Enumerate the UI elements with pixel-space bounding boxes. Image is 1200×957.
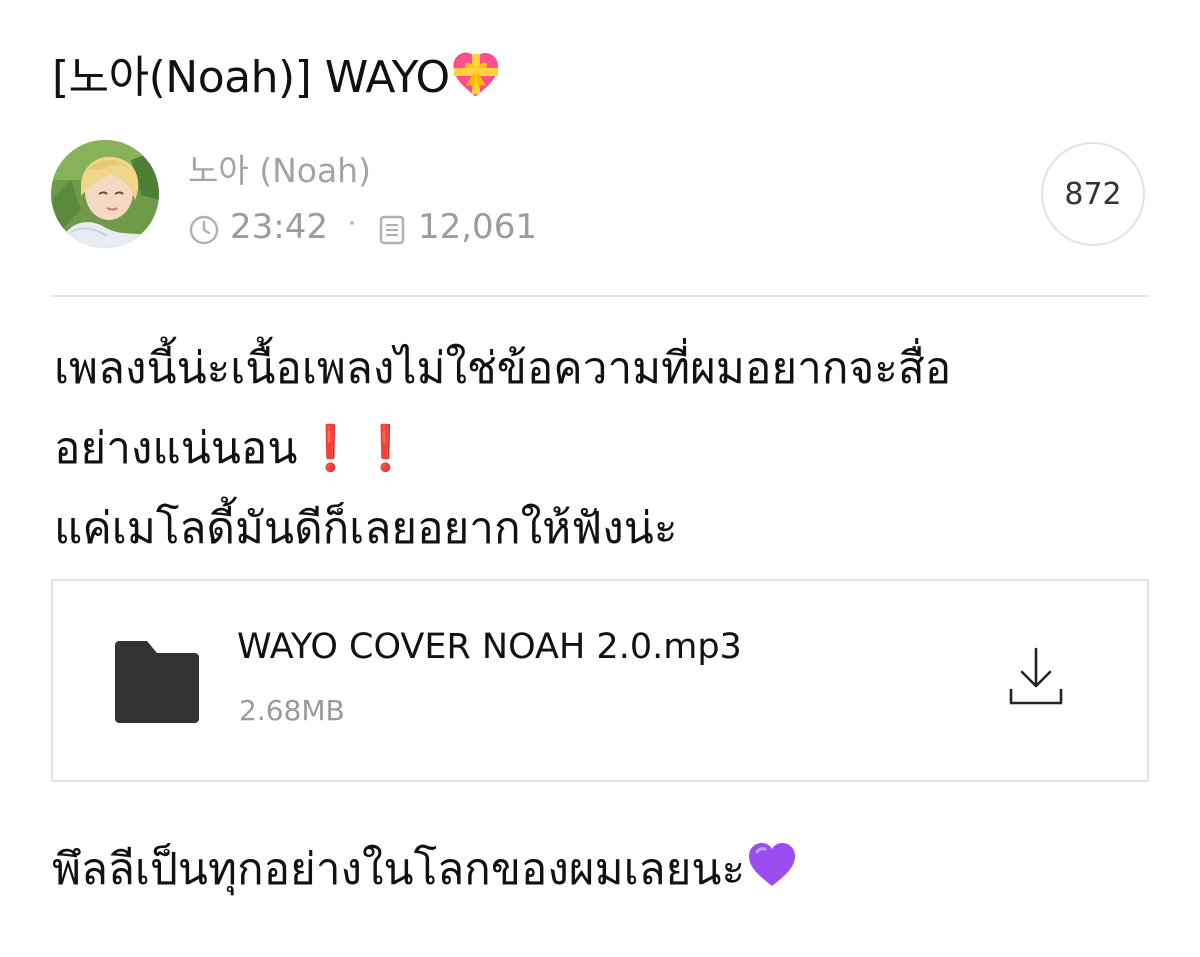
document-icon [376, 211, 408, 245]
body-line-1: เพลงนี้น่ะเนื้อเพลงไม่ใช่ข้อความที่ผมอยา… [54, 343, 952, 394]
file-name: WAYO COVER NOAH 2.0.mp3 [237, 627, 742, 667]
body-line-2: อย่างแน่นอน ❗️❗️ [54, 409, 1154, 489]
body-line-3: แค่เมโลดี้มันดีก็เลยอยากให้ฟังน่ะ [54, 503, 678, 554]
comment-count: 872 [1064, 176, 1122, 212]
download-icon[interactable] [1007, 645, 1065, 709]
purple-heart-icon [747, 839, 797, 909]
exclamation-marks: ❗️❗️ [303, 423, 413, 474]
post-title: [노아(Noah)] WAYO [52, 46, 500, 116]
body-line-2-text: อย่างแน่นอน [54, 423, 298, 474]
meta-separator [349, 221, 354, 225]
folder-icon [115, 641, 199, 723]
closing-text: พึลลีเป็นทุกอย่างในโลกของผมเลยนะ [52, 844, 746, 895]
closing-line: พึลลีเป็นทุกอย่างในโลกของผมเลยนะ [52, 835, 797, 909]
clock-icon [188, 211, 220, 245]
file-attachment[interactable]: WAYO COVER NOAH 2.0.mp3 2.68MB [51, 579, 1149, 782]
file-size: 2.68MB [239, 694, 345, 727]
avatar[interactable] [51, 140, 159, 248]
post-meta: 23:42 12,061 [188, 203, 537, 251]
comment-count-button[interactable]: 872 [1041, 142, 1145, 246]
divider [51, 295, 1149, 297]
post-title-text: [노아(Noah)] WAYO [52, 52, 450, 103]
view-count: 12,061 [417, 207, 537, 247]
post-body: เพลงนี้น่ะเนื้อเพลงไม่ใช่ข้อความที่ผมอยา… [54, 329, 1154, 569]
author-name[interactable]: 노아 (Noah) [188, 148, 371, 194]
post-time: 23:42 [230, 207, 328, 247]
heart-with-ribbon-icon [452, 52, 500, 116]
